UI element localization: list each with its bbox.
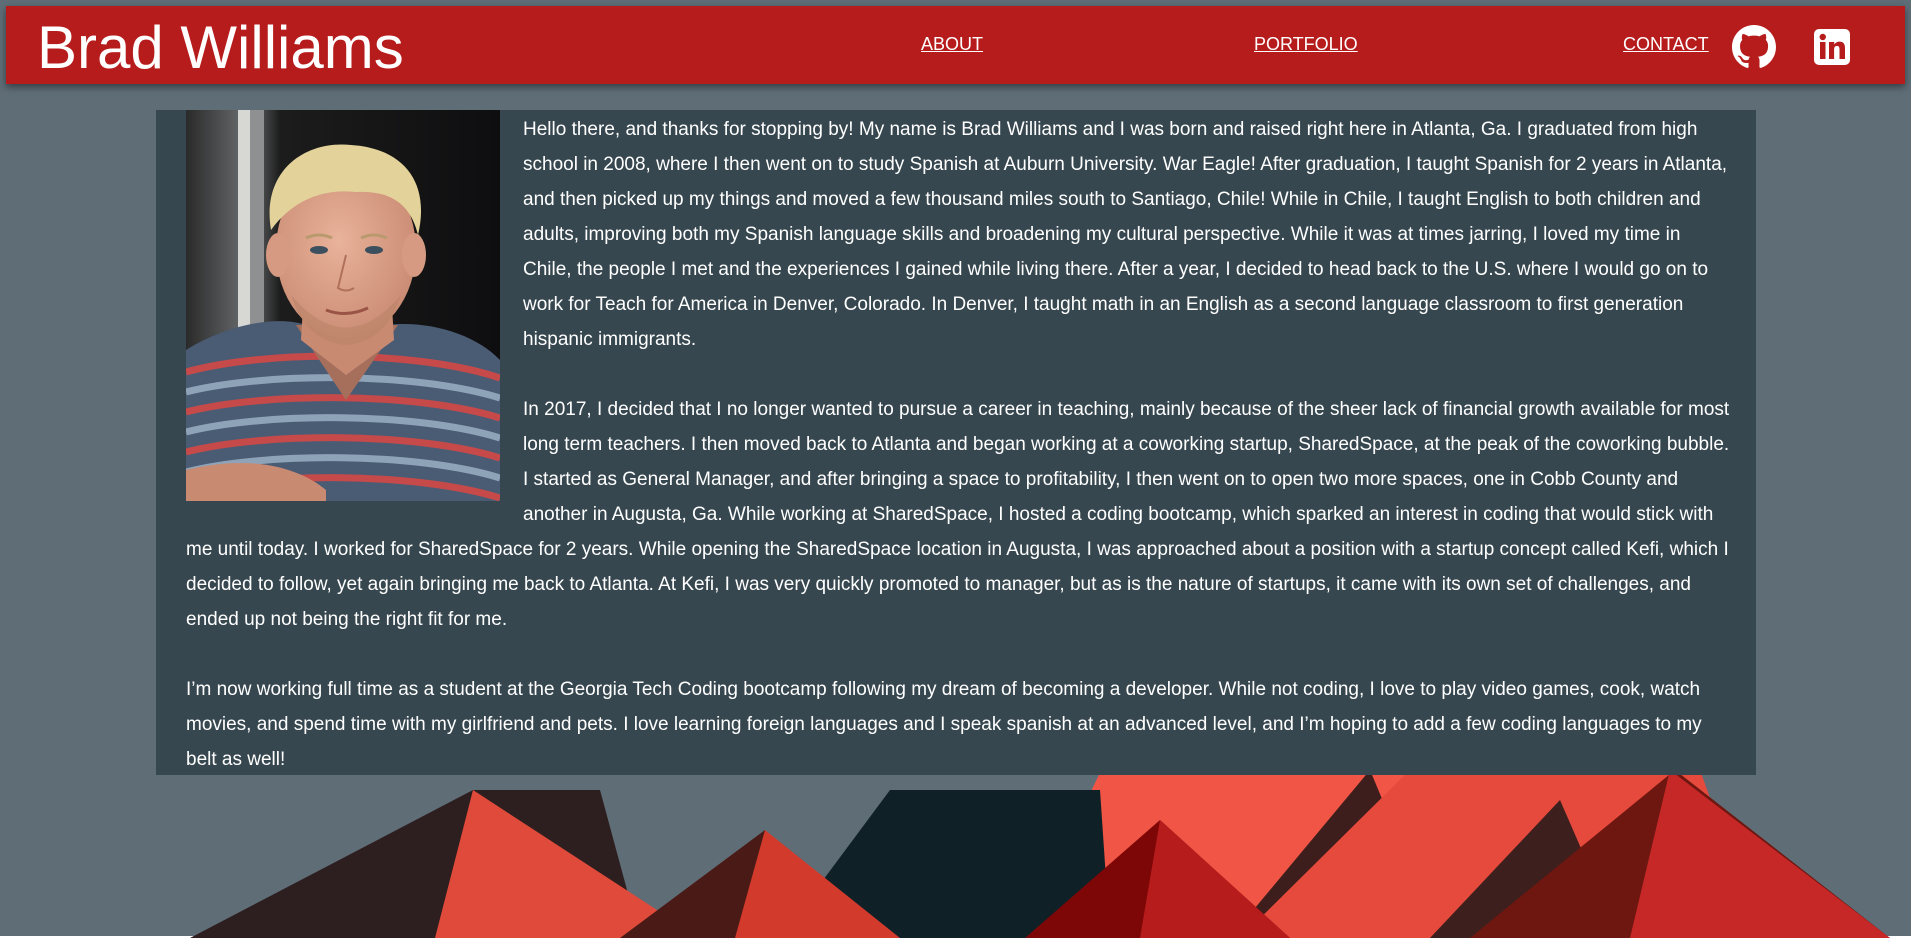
site-header: Brad Williams ABOUT PORTFOLIO CONTACT xyxy=(6,6,1905,84)
site-title: Brad Williams xyxy=(37,14,404,81)
nav-contact-link[interactable]: CONTACT xyxy=(1623,33,1709,55)
about-paragraph-3: I’m now working full time as a student a… xyxy=(186,679,1702,770)
linkedin-icon[interactable] xyxy=(1812,27,1852,67)
about-text: Hello there, and thanks for stopping by!… xyxy=(186,110,1734,777)
nav-portfolio-link[interactable]: PORTFOLIO xyxy=(1254,33,1358,55)
nav-about-link[interactable]: ABOUT xyxy=(921,33,983,55)
github-icon[interactable] xyxy=(1732,25,1776,69)
about-section: Hello there, and thanks for stopping by!… xyxy=(156,110,1756,775)
profile-photo xyxy=(186,110,500,501)
